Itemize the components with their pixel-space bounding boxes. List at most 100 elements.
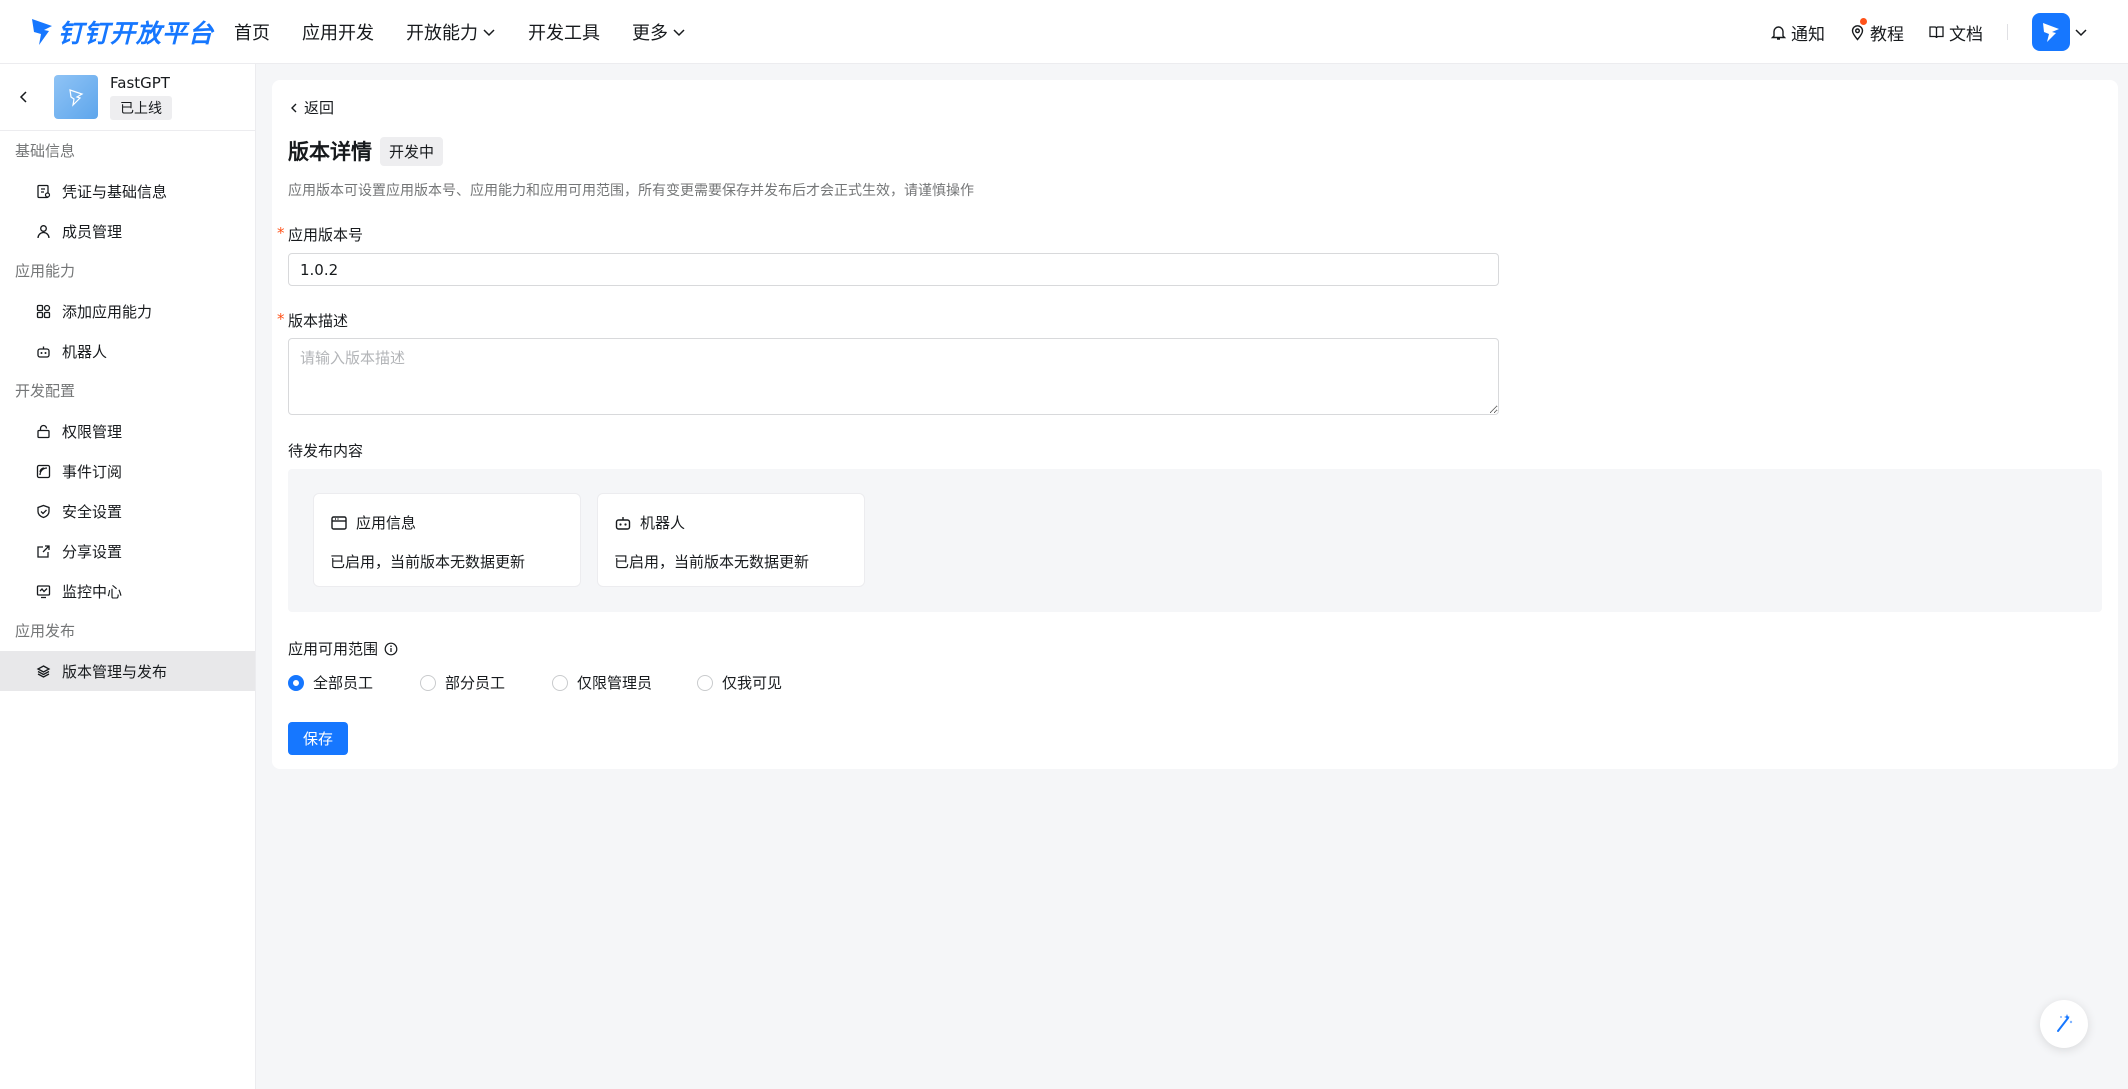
radio-admins-only[interactable]: 仅限管理员	[552, 672, 697, 693]
radio-dot	[420, 674, 436, 691]
ai-assistant-button[interactable]	[2040, 1000, 2088, 1048]
pending-content-label: 待发布内容	[288, 442, 364, 460]
radio-all-staff[interactable]: 全部员工	[288, 672, 420, 693]
version-number-label-text: 应用版本号	[288, 226, 364, 244]
notify-link[interactable]: 通知	[1770, 20, 1825, 45]
tutorial-link[interactable]: 教程	[1849, 17, 1904, 45]
version-desc-textarea[interactable]	[288, 338, 1499, 415]
radio-some-staff[interactable]: 部分员工	[420, 672, 552, 693]
tutorial-label: 教程	[1870, 24, 1904, 45]
nav-divider	[2007, 24, 2008, 40]
location-pin-icon	[1851, 24, 1864, 41]
pending-content-area: 应用信息 已启用，当前版本无数据更新 机器人 已启用，当前版本无数据更新	[288, 469, 2102, 612]
pending-card-header: 机器人	[614, 512, 848, 533]
version-number-input[interactable]	[288, 253, 1499, 286]
sidebar-item-add-capability[interactable]: 添加应用能力	[0, 291, 255, 331]
apps-add-icon	[36, 304, 51, 318]
sidebar-item-label: 事件订阅	[62, 462, 123, 481]
save-button[interactable]: 保存	[288, 722, 348, 755]
app-header: FastGPT 已上线	[0, 64, 255, 131]
pending-card-robot: 机器人 已启用，当前版本无数据更新	[597, 493, 865, 587]
lock-icon	[37, 424, 50, 438]
app-status-badge: 已上线	[110, 96, 172, 120]
sidebar-item-label: 成员管理	[62, 222, 123, 241]
radio-dot-selected	[288, 674, 304, 691]
info-icon[interactable]	[384, 642, 398, 656]
nav-open-capability[interactable]: 开放能力	[406, 19, 496, 45]
user-menu[interactable]	[2032, 13, 2088, 51]
pending-card-header: 应用信息	[330, 512, 564, 533]
sidebar-item-events[interactable]: 事件订阅	[0, 451, 255, 491]
sidebar-item-robot[interactable]: 机器人	[0, 331, 255, 371]
group-app-capability: 应用能力	[15, 262, 76, 280]
scope-label: 应用可用范围	[288, 638, 398, 659]
credential-icon	[37, 184, 51, 198]
sidebar-item-permissions[interactable]: 权限管理	[0, 411, 255, 451]
sidebar-item-version-release[interactable]: 版本管理与发布	[0, 651, 255, 691]
sidebar-item-credentials[interactable]: 凭证与基础信息	[0, 171, 255, 211]
group-app-release: 应用发布	[15, 622, 76, 640]
main-nav: 首页 应用开发 开放能力 开发工具 更多	[234, 0, 718, 64]
required-mark: *	[277, 224, 285, 242]
radio-dot	[697, 674, 713, 691]
pending-card-body: 已启用，当前版本无数据更新	[614, 553, 810, 571]
docs-label: 文档	[1949, 24, 1983, 45]
nav-dev-tools-label: 开发工具	[528, 23, 600, 44]
sidebar-item-label: 机器人	[62, 342, 108, 361]
back-link[interactable]: 返回	[288, 97, 334, 118]
sidebar-item-label: 凭证与基础信息	[62, 182, 168, 201]
app-name: FastGPT	[110, 74, 170, 92]
nav-home-label: 首页	[234, 23, 270, 44]
sidebar-item-security[interactable]: 安全设置	[0, 491, 255, 531]
sidebar: FastGPT 已上线 基础信息 凭证与基础信息 成员管理 应用能力 添加应用能…	[0, 64, 256, 1089]
shield-icon	[37, 504, 50, 518]
user-icon	[37, 224, 50, 238]
radio-label: 仅我可见	[722, 674, 783, 692]
nav-open-capability-label: 开放能力	[406, 23, 478, 44]
nav-app-dev-label: 应用开发	[302, 23, 374, 44]
sidebar-item-label: 版本管理与发布	[62, 662, 168, 681]
nav-right: 通知 教程 文档	[1746, 0, 2088, 64]
event-icon	[36, 464, 51, 478]
back-label: 返回	[304, 99, 335, 117]
radio-label: 全部员工	[313, 674, 374, 692]
page-title: 版本详情	[288, 140, 372, 164]
radio-only-me[interactable]: 仅我可见	[697, 672, 782, 693]
chevron-down-icon	[2075, 29, 2087, 37]
pending-card-title: 应用信息	[356, 514, 417, 532]
sidebar-item-share[interactable]: 分享设置	[0, 531, 255, 571]
sidebar-item-monitor[interactable]: 监控中心	[0, 571, 255, 611]
sidebar-item-members[interactable]: 成员管理	[0, 211, 255, 251]
dingtalk-logo[interactable]: 钉钉开放平台	[30, 12, 214, 52]
monitor-icon	[36, 584, 51, 598]
docs-link[interactable]: 文档	[1928, 20, 1983, 45]
app-window-icon	[331, 515, 347, 530]
scope-label-text: 应用可用范围	[288, 640, 379, 658]
group-dev-config: 开发配置	[15, 382, 76, 400]
nav-home[interactable]: 首页	[234, 19, 270, 45]
sidebar-item-label: 监控中心	[62, 582, 123, 601]
sidebar-item-label: 权限管理	[62, 422, 123, 441]
pending-card-body: 已启用，当前版本无数据更新	[330, 553, 526, 571]
radio-label: 部分员工	[445, 674, 506, 692]
chevron-left-icon[interactable]	[16, 89, 32, 105]
nav-app-dev[interactable]: 应用开发	[302, 19, 374, 45]
chevron-left-icon	[291, 103, 297, 112]
version-desc-label-text: 版本描述	[288, 312, 349, 330]
bell-icon	[1770, 25, 1787, 40]
notify-label: 通知	[1791, 24, 1825, 45]
top-navbar: 钉钉开放平台 首页 应用开发 开放能力 开发工具 更多 通知 教程 文档	[0, 0, 2128, 64]
sidebar-item-label: 分享设置	[62, 542, 123, 561]
scope-radio-group: 全部员工 部分员工 仅限管理员 仅我可见	[288, 672, 782, 693]
nav-more[interactable]: 更多	[632, 19, 686, 45]
pending-card-app-info: 应用信息 已启用，当前版本无数据更新	[313, 493, 581, 587]
radio-label: 仅限管理员	[577, 674, 653, 692]
radio-dot	[552, 674, 568, 691]
avatar	[2032, 13, 2070, 51]
status-badge: 开发中	[380, 136, 444, 166]
nav-dev-tools[interactable]: 开发工具	[528, 19, 600, 45]
sidebar-item-label: 添加应用能力	[62, 302, 153, 321]
nav-more-label: 更多	[632, 23, 668, 44]
chevron-down-icon	[483, 29, 495, 37]
book-icon	[1929, 25, 1944, 38]
